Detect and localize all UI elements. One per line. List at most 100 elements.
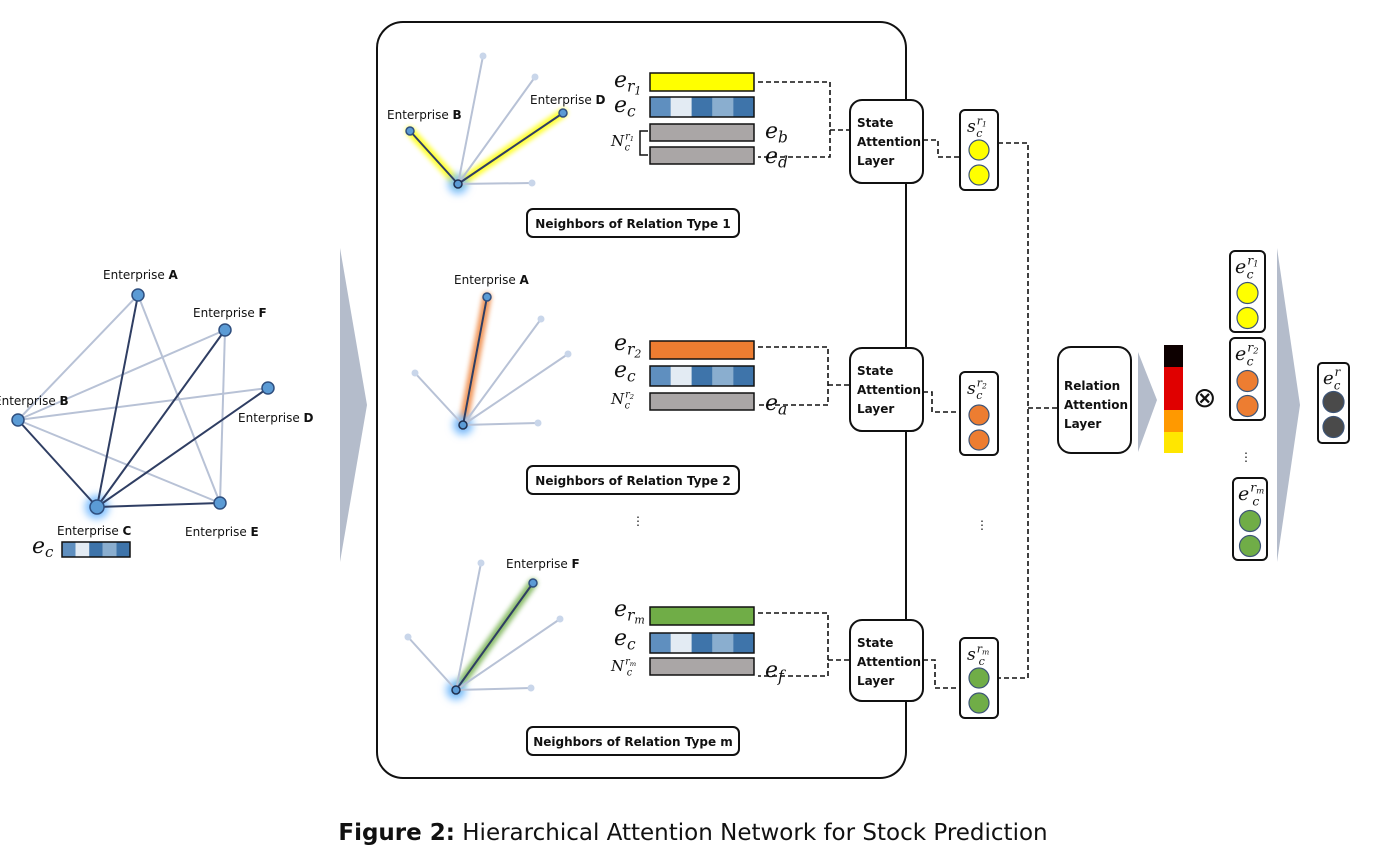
math-label: erm xyxy=(614,597,645,627)
embedding-cell xyxy=(1322,390,1345,414)
neighbor-node xyxy=(534,419,542,427)
node-label-f: Enterprise F xyxy=(193,306,267,320)
node-a xyxy=(131,288,145,302)
relation-panel-3: Enterprise FermecNrm c efState Attention Lay… xyxy=(404,557,999,756)
embedding-cell xyxy=(1236,394,1259,418)
embedding-cell xyxy=(712,97,734,117)
panel-caption: Neighbors of Relation Type 1 xyxy=(526,208,740,238)
neighbor-node xyxy=(405,126,415,136)
neighbor-embedding-bar xyxy=(649,146,755,165)
math-label: Nr2 c xyxy=(610,389,634,411)
math-label: er2 xyxy=(614,331,641,361)
attention-weight-cell xyxy=(1164,432,1183,453)
figure-caption: Figure 2: Hierarchical Attention Network… xyxy=(338,820,1047,846)
node-f xyxy=(218,323,232,337)
node-label-e: Enterprise E xyxy=(185,525,259,539)
state-cell xyxy=(968,164,990,186)
ellipsis: ⋮ xyxy=(976,518,988,532)
attention-weights-bar xyxy=(1164,345,1183,453)
neighbor-node xyxy=(564,350,572,358)
connector-dashed xyxy=(923,659,960,689)
graph-edge xyxy=(96,329,226,508)
relation-embedding-bar xyxy=(649,606,755,626)
neighbor-node xyxy=(528,179,536,187)
node-c xyxy=(89,499,105,515)
panel-caption: Neighbors of Relation Type m xyxy=(526,726,740,756)
state-cell xyxy=(968,404,990,426)
highlighted-edge xyxy=(409,130,459,185)
embedding-cell xyxy=(733,97,754,117)
relation-embedding-bar xyxy=(649,340,755,360)
math-label: er c xyxy=(1323,365,1342,393)
node-d xyxy=(261,381,275,395)
ellipsis: ⋮ xyxy=(632,514,644,528)
embedding-cell xyxy=(733,633,754,653)
center-node xyxy=(453,179,463,189)
relation-embedding-2: er2 c xyxy=(1229,337,1266,421)
graph-edge xyxy=(17,419,98,508)
neighbor-node xyxy=(527,684,535,692)
connector-dashed xyxy=(923,139,960,158)
otimes-icon: ⊗ xyxy=(1193,381,1216,414)
highlighted-node-label: Enterprise D xyxy=(530,93,606,107)
relation-embedding-3: erm c xyxy=(1232,477,1268,561)
neighbor-edge xyxy=(407,636,457,691)
center-embedding-bar xyxy=(61,541,131,558)
node-label-d: Enterprise D xyxy=(238,411,314,425)
math-label: Nrm c xyxy=(610,656,636,678)
math-label: eb xyxy=(765,119,788,146)
attention-weight-cell xyxy=(1164,345,1183,367)
panel-caption-text: Neighbors of Relation Type 1 xyxy=(535,217,730,231)
embedding-cell xyxy=(691,633,713,653)
connector-dashed xyxy=(923,391,960,413)
highlighted-node-label: Enterprise A xyxy=(454,273,530,287)
embedding-cell xyxy=(1238,534,1262,558)
embedding-cell xyxy=(116,542,130,557)
embedding-cell xyxy=(712,633,734,653)
embedding-cell xyxy=(1238,509,1262,533)
relation-panel-2: Enterprise Aer2ecNr2 c eaState Attention Lay… xyxy=(411,273,999,495)
embedding-cell xyxy=(650,366,671,386)
neighbor-edge xyxy=(455,687,532,691)
embedding-cell xyxy=(102,542,117,557)
neighbor-node xyxy=(411,369,419,377)
neighbor-edge xyxy=(455,618,561,691)
graph-edge xyxy=(96,502,221,508)
neighbor-edge xyxy=(414,372,464,426)
neighbor-node xyxy=(556,615,564,623)
node-label-c: Enterprise C xyxy=(57,524,132,538)
panel-caption-text: Neighbors of Relation Type m xyxy=(533,735,733,749)
highlighted-node-label: Enterprise F xyxy=(506,557,580,571)
state-cell xyxy=(968,667,990,689)
center-embedding-bar xyxy=(649,365,755,387)
embedding-cell xyxy=(712,366,734,386)
embedding-cell xyxy=(691,366,713,386)
relation-embedding-bar xyxy=(649,72,755,92)
neighbor-bracket xyxy=(639,130,648,156)
center-node xyxy=(451,685,461,695)
graph-edge xyxy=(96,294,139,508)
math-label: ec xyxy=(614,358,636,385)
arrow-shape xyxy=(1138,352,1157,452)
neighbor-node xyxy=(479,52,487,60)
state-cell xyxy=(968,139,990,161)
neighbor-node xyxy=(558,108,568,118)
highlighted-edge xyxy=(457,112,564,185)
relation-embedding-1: er1 c xyxy=(1229,250,1266,333)
neighbor-node xyxy=(477,559,485,567)
neighbor-node xyxy=(482,292,492,302)
attention-weight-cell xyxy=(1164,367,1183,410)
highlighted-edge xyxy=(462,296,488,426)
neighbor-node xyxy=(528,578,538,588)
neighbor-edge xyxy=(457,76,536,185)
embedding-cell xyxy=(650,97,671,117)
neighbor-edge xyxy=(462,422,539,426)
embedding-cell xyxy=(1236,281,1259,305)
embedding-cell xyxy=(62,542,76,557)
math-label: ef xyxy=(765,658,786,685)
embedding-cell xyxy=(1322,415,1345,439)
embedding-cell xyxy=(670,366,692,386)
relation-panels-container xyxy=(376,21,907,779)
connector-dashed xyxy=(998,142,1058,679)
hierarchical-attention-diagram: Enterprise A Enterprise F Enterprise B E… xyxy=(0,21,1350,846)
